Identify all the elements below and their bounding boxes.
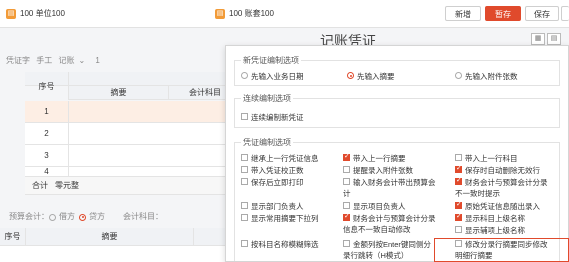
continuous-options: 连续编制选项 连续编制新凭证 (234, 93, 560, 128)
option-inherit-prev[interactable]: 继承上一行凭证信息 (241, 153, 319, 164)
option-original-voucher[interactable]: 原始凭证信息随出录入 (455, 200, 540, 212)
option-summary-first[interactable]: 先输入摘要 (347, 71, 395, 82)
row-seq: 2 (25, 123, 69, 144)
grid-icon[interactable]: ▤ (547, 33, 561, 45)
top-toolbar: ▤ 100 单位100 ▤ 100 账套100 新增 暂存 保存 (0, 0, 569, 28)
chevron-down-icon[interactable]: ⌄ (78, 56, 85, 65)
credit-label: 贷方 (89, 212, 105, 221)
voucher-options: 凭证编制选项 继承上一行凭证信息 带入凭证校正数 保存后立即打印 显示部门负责人… (234, 137, 560, 261)
credit-radio[interactable] (79, 213, 86, 221)
voucher-word-row: 凭证字 手工 记账 ⌄ 1 (6, 55, 104, 66)
option-prev-account[interactable]: 带入上一行科目 (455, 153, 518, 164)
voucher-type-select[interactable]: 记账 (58, 56, 74, 65)
row-seq: 3 (25, 145, 69, 166)
option-sync-summary[interactable]: 修改分录行摘要同步修改 明细行摘要 (455, 239, 548, 261)
new-voucher-options: 新凭证编制选项 先输入业务日期 先输入摘要 先输入附件张数 (234, 55, 560, 86)
option-project-head[interactable]: 显示项目负责人 (343, 201, 406, 212)
unit-label: 100 单位100 (20, 9, 65, 18)
group-title: 凭证编制选项 (241, 137, 293, 148)
option-attachment-first[interactable]: 先输入附件张数 (455, 71, 518, 82)
option-dept-head[interactable]: 显示部门负责人 (241, 201, 304, 212)
option-summary-dropdown[interactable]: 显示常用摘要下拉列 (241, 213, 319, 224)
debit-label: 借方 (59, 212, 75, 221)
option-account-parent[interactable]: 显示科目上级名称 (455, 212, 525, 224)
total-label: 合计 (32, 181, 48, 190)
seq-header: 序号 (25, 72, 69, 100)
account-set-label: 100 账套100 (229, 9, 274, 18)
new-button[interactable]: 新增 (445, 6, 481, 21)
save-draft-button[interactable]: 暂存 (485, 6, 521, 21)
option-auto-delete[interactable]: 保存时自动删除无效行 (455, 164, 540, 176)
option-budget-carry[interactable]: 输入财务会计带出预算会计 (343, 177, 436, 199)
account-header: 会计科目 (189, 88, 221, 97)
option-attachment-remind[interactable]: 提醒录入附件张数 (343, 165, 413, 176)
budget-label: 预算会计： (9, 212, 49, 221)
option-mismatch-prompt[interactable]: 财务会计与预算会计分录不一致时提示 (455, 176, 548, 199)
unit-selector[interactable]: ▤ 100 单位100 (6, 8, 65, 19)
option-aux-parent[interactable]: 显示辅项上级名称 (455, 225, 525, 236)
account-set-selector[interactable]: ▤ 100 账套100 (215, 8, 274, 19)
save-button[interactable]: 保存 (525, 6, 559, 21)
voucher-word-label: 凭证字 (6, 56, 30, 65)
seq-header: 序号 (0, 228, 26, 245)
settings-dialog: 新凭证编制选项 先输入业务日期 先输入摘要 先输入附件张数 连续编制选项 连续编… (225, 45, 569, 262)
option-date-first[interactable]: 先输入业务日期 (241, 71, 304, 82)
option-prev-summary[interactable]: 带入上一行摘要 (343, 152, 406, 164)
account-label: 会计科目： (123, 212, 163, 221)
summary-header: 摘要 (26, 228, 194, 245)
option-enter-jump[interactable]: 金额列按Enter键同侧分 录行跳转（H模式） (343, 239, 431, 261)
group-title: 连续编制选项 (241, 93, 293, 104)
voucher-number[interactable]: 1 (95, 56, 99, 65)
row-seq: 1 (25, 101, 69, 122)
account-set-icon: ▤ (215, 8, 225, 19)
option-continuous[interactable]: 连续编制新凭证 (241, 112, 304, 123)
table-icon[interactable]: ▦ (531, 33, 545, 45)
option-print-after-save[interactable]: 保存后立即打印 (241, 177, 304, 188)
group-title: 新凭证编制选项 (241, 55, 301, 66)
voucher-word-value[interactable]: 手工 (36, 56, 52, 65)
unit-icon: ▤ (6, 8, 16, 19)
budget-row: 预算会计： 借方 贷方 会计科目： (9, 211, 163, 222)
option-fuzzy-filter[interactable]: 按科目名称模糊筛选 (241, 239, 319, 250)
more-button[interactable] (561, 6, 569, 21)
row-seq: 4 (25, 167, 69, 176)
total-value: 零元整 (55, 181, 79, 190)
option-correction[interactable]: 带入凭证校正数 (241, 165, 304, 176)
summary-header: 摘要 (69, 86, 169, 99)
option-auto-modify[interactable]: 财务会计与预算会计分录信息不一致自动修改 (343, 212, 436, 235)
debit-radio[interactable] (49, 213, 56, 221)
